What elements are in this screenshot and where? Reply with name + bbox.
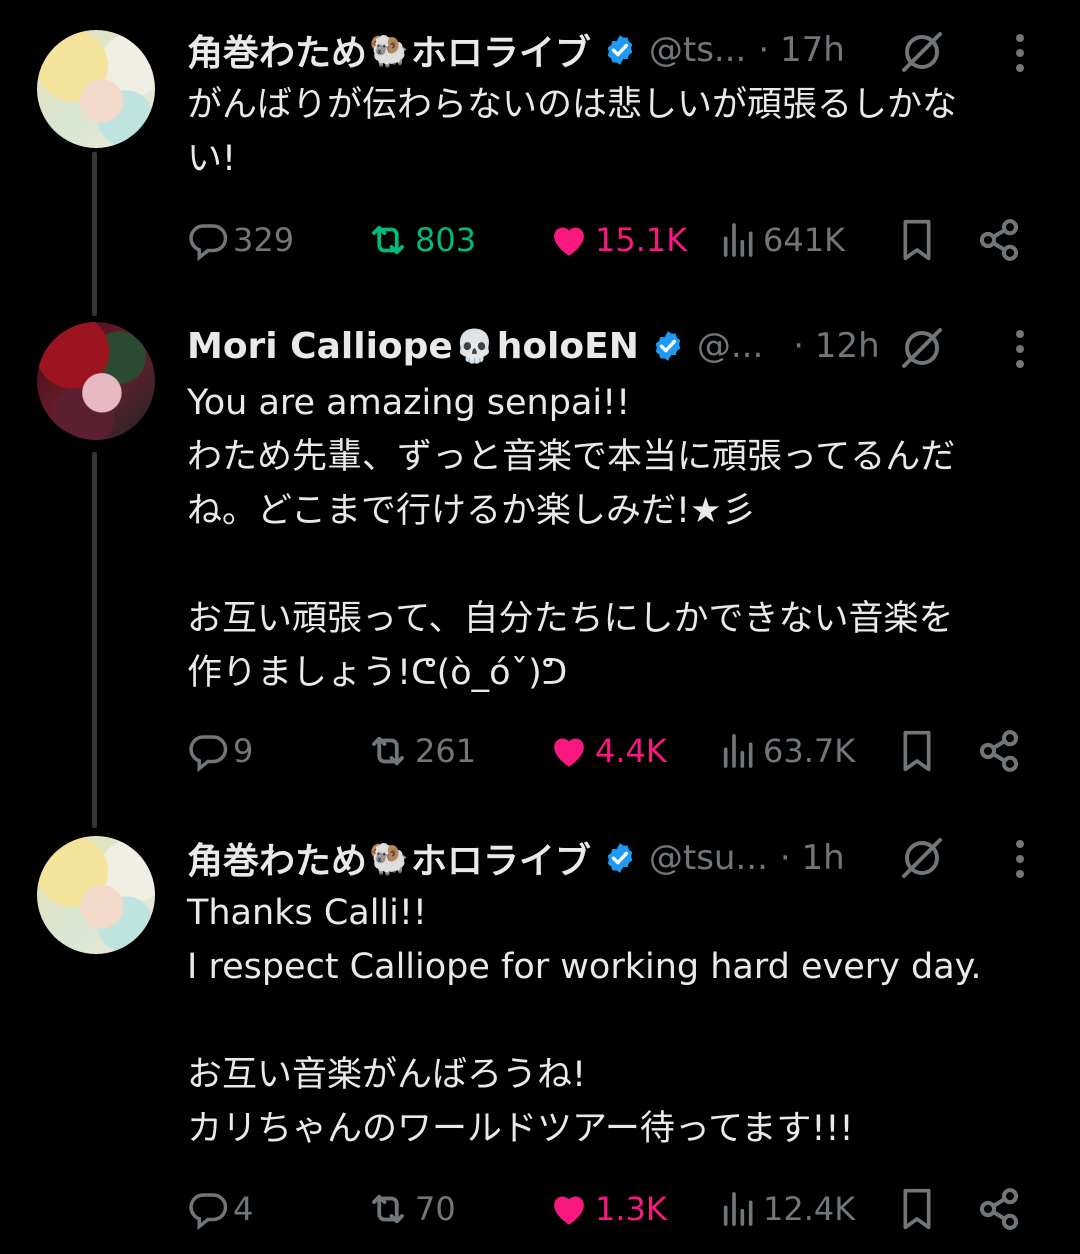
timestamp[interactable]: · 17h bbox=[758, 30, 844, 70]
heart-icon bbox=[554, 738, 584, 767]
tweet-text-line: 作りましょう!ᕦ(ò_óˇ)ᕤ bbox=[187, 653, 568, 693]
reply-count: 329 bbox=[233, 221, 295, 259]
heart-icon bbox=[554, 227, 584, 256]
tweet-header: Mori Calliope 💀 holoEN @... · 12h bbox=[187, 316, 880, 376]
display-name[interactable]: 角巻わため bbox=[187, 24, 367, 76]
view-count: 63.7K bbox=[763, 732, 856, 770]
avatar[interactable] bbox=[37, 836, 155, 954]
tweet-header: 角巻わため 🐏 ホロライブ @tsu... · 1h bbox=[187, 828, 845, 888]
tweet-text-line: い! bbox=[187, 139, 237, 179]
handle[interactable]: @... bbox=[697, 326, 763, 366]
handle[interactable]: @tsu... bbox=[649, 838, 768, 878]
tweet-text-line: I respect Calliope for working hard ever… bbox=[187, 947, 982, 987]
bookmark-icon[interactable] bbox=[897, 1184, 937, 1234]
tweet-text-line: カリちゃんのワールドツアー待ってます!!! bbox=[187, 1109, 854, 1149]
tweet-text-line: わため先輩、ずっと音楽で本当に頑張ってるんだ bbox=[187, 437, 956, 477]
views-button[interactable]: 63.7K bbox=[719, 726, 855, 776]
verified-badge-icon bbox=[607, 35, 633, 65]
display-name[interactable]: Mori Calliope bbox=[187, 326, 453, 367]
more-options-icon[interactable] bbox=[1014, 328, 1026, 370]
avatar[interactable] bbox=[37, 322, 155, 440]
like-button[interactable]: 4.4K bbox=[547, 726, 667, 776]
tweet-text-line: ね。どこまで行けるか楽しみだ!★彡 bbox=[187, 491, 757, 531]
tweet-text-line: お互い音楽がんばろうね! bbox=[187, 1055, 587, 1095]
display-name-suffix[interactable]: ホロライブ bbox=[411, 24, 591, 76]
reply-button[interactable]: 4 bbox=[187, 1184, 253, 1234]
sheep-emoji: 🐏 bbox=[369, 31, 409, 69]
tweet-text-line: がんばりが伝わらないのは悲しいが頑張るしかな bbox=[187, 85, 958, 125]
views-icon bbox=[723, 734, 753, 768]
more-options-icon[interactable] bbox=[1014, 32, 1026, 74]
action-bar: 329 803 15.1K 641K bbox=[187, 215, 1027, 265]
reply-button[interactable]: 9 bbox=[187, 726, 253, 776]
view-count: 12.4K bbox=[763, 1190, 856, 1228]
share-icon[interactable] bbox=[977, 726, 1021, 776]
like-button[interactable]: 1.3K bbox=[547, 1184, 667, 1234]
share-icon[interactable] bbox=[977, 1184, 1021, 1234]
reply-count: 4 bbox=[233, 1190, 254, 1228]
tweet-text-line: Thanks Calli!! bbox=[187, 893, 427, 933]
tweet[interactable]: 角巻わため 🐏 ホロライブ @tsu... · 1h Thanks Calli!… bbox=[0, 810, 1080, 1254]
views-button[interactable]: 12.4K bbox=[719, 1184, 855, 1234]
views-button[interactable]: 641K bbox=[719, 215, 845, 265]
like-button[interactable]: 15.1K bbox=[547, 215, 687, 265]
more-options-icon[interactable] bbox=[1014, 838, 1026, 880]
views-icon bbox=[723, 223, 753, 257]
views-icon bbox=[723, 1192, 753, 1226]
grok-icon[interactable] bbox=[898, 324, 946, 372]
share-icon[interactable] bbox=[977, 215, 1021, 265]
repost-button[interactable]: 261 bbox=[365, 726, 476, 776]
like-count: 1.3K bbox=[595, 1190, 667, 1228]
repost-icon bbox=[372, 1194, 404, 1224]
grok-icon[interactable] bbox=[898, 28, 946, 76]
skull-emoji: 💀 bbox=[454, 327, 495, 365]
reply-icon bbox=[189, 224, 228, 261]
tweet-text: You are amazing senpai!! わため先輩、ずっと音楽で本当に… bbox=[187, 376, 1047, 700]
grok-icon[interactable] bbox=[898, 834, 946, 882]
reply-count: 9 bbox=[233, 732, 254, 770]
tweet[interactable]: Mori Calliope 💀 holoEN @... · 12h You ar… bbox=[0, 300, 1080, 810]
tweet-text-line: You are amazing senpai!! bbox=[187, 383, 631, 423]
repost-count: 261 bbox=[415, 732, 477, 770]
reply-button[interactable]: 329 bbox=[187, 215, 294, 265]
tweet-header: 角巻わため 🐏 ホロライブ @ts... · 17h bbox=[187, 20, 845, 80]
display-name-suffix[interactable]: ホロライブ bbox=[411, 832, 591, 884]
action-bar: 9 261 4.4K 63.7K bbox=[187, 726, 1027, 776]
repost-button[interactable]: 70 bbox=[365, 1184, 456, 1234]
heart-icon bbox=[554, 1196, 584, 1225]
bookmark-icon[interactable] bbox=[897, 726, 937, 776]
bookmark-icon[interactable] bbox=[897, 215, 937, 265]
tweet-text: Thanks Calli!! I respect Calliope for wo… bbox=[187, 886, 1047, 1156]
tweet-text: がんばりが伝わらないのは悲しいが頑張るしかな い! bbox=[187, 78, 1047, 186]
tweet-text-line: お互い頑張って、自分たちにしかできない音楽を bbox=[187, 599, 954, 639]
action-bar: 4 70 1.3K 12.4K bbox=[187, 1184, 1027, 1234]
handle[interactable]: @ts... bbox=[649, 30, 746, 70]
repost-count: 70 bbox=[415, 1190, 456, 1228]
avatar[interactable] bbox=[37, 30, 155, 148]
repost-icon bbox=[372, 225, 404, 255]
repost-icon bbox=[372, 736, 404, 766]
timestamp[interactable]: · 12h bbox=[793, 326, 879, 366]
display-name[interactable]: 角巻わため bbox=[187, 832, 367, 884]
repost-count: 803 bbox=[415, 221, 477, 259]
verified-badge-icon bbox=[655, 331, 681, 361]
like-count: 4.4K bbox=[595, 732, 667, 770]
timestamp[interactable]: · 1h bbox=[780, 838, 845, 878]
reply-icon bbox=[189, 735, 228, 772]
like-count: 15.1K bbox=[595, 221, 688, 259]
repost-button[interactable]: 803 bbox=[365, 215, 476, 265]
display-name-suffix[interactable]: holoEN bbox=[497, 326, 639, 367]
tweet[interactable]: 角巻わため 🐏 ホロライブ @ts... · 17h がんばりが伝わらないのは悲… bbox=[0, 0, 1080, 300]
view-count: 641K bbox=[763, 221, 846, 259]
reply-icon bbox=[189, 1193, 228, 1230]
verified-badge-icon bbox=[607, 843, 633, 873]
sheep-emoji: 🐏 bbox=[369, 839, 409, 877]
